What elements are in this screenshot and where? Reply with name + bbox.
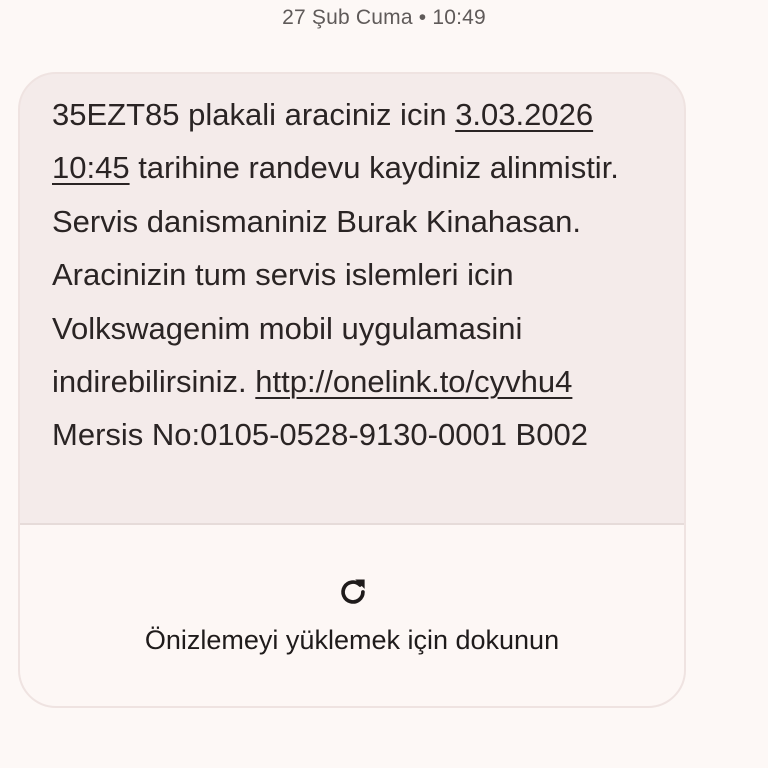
date-link[interactable]: 3.03.2026	[455, 97, 593, 132]
preview-label: Önizlemeyi yüklemek için dokunun	[144, 625, 560, 655]
message-text-part3: Mersis No:0105-0528-9130-0001 B002	[52, 417, 588, 453]
time-link[interactable]: 10:45	[52, 150, 130, 185]
message-timestamp: 27 Şub Cuma • 10:49	[282, 6, 486, 29]
message-bubble[interactable]: 35EZT85 plakali araciniz icin 3.03.2026 1…	[18, 72, 686, 708]
message-text: 35EZT85 plakali araciniz icin 3.03.2026 1…	[52, 88, 672, 462]
message-text-part1: 35EZT85 plakali araciniz icin	[52, 97, 456, 132]
message-text-part2: tarihine randevu kaydiniz alinmistir. Se…	[52, 150, 619, 400]
url-link[interactable]: http://onelink.to/cyvhu4	[255, 364, 572, 399]
link-preview-card[interactable]: Önizlemeyi yüklemek için dokunun	[20, 523, 684, 706]
refresh-icon	[341, 579, 365, 604]
conversation-screen: 27 Şub Cuma • 10:49 35EZT85 plakali arac…	[0, 0, 768, 768]
